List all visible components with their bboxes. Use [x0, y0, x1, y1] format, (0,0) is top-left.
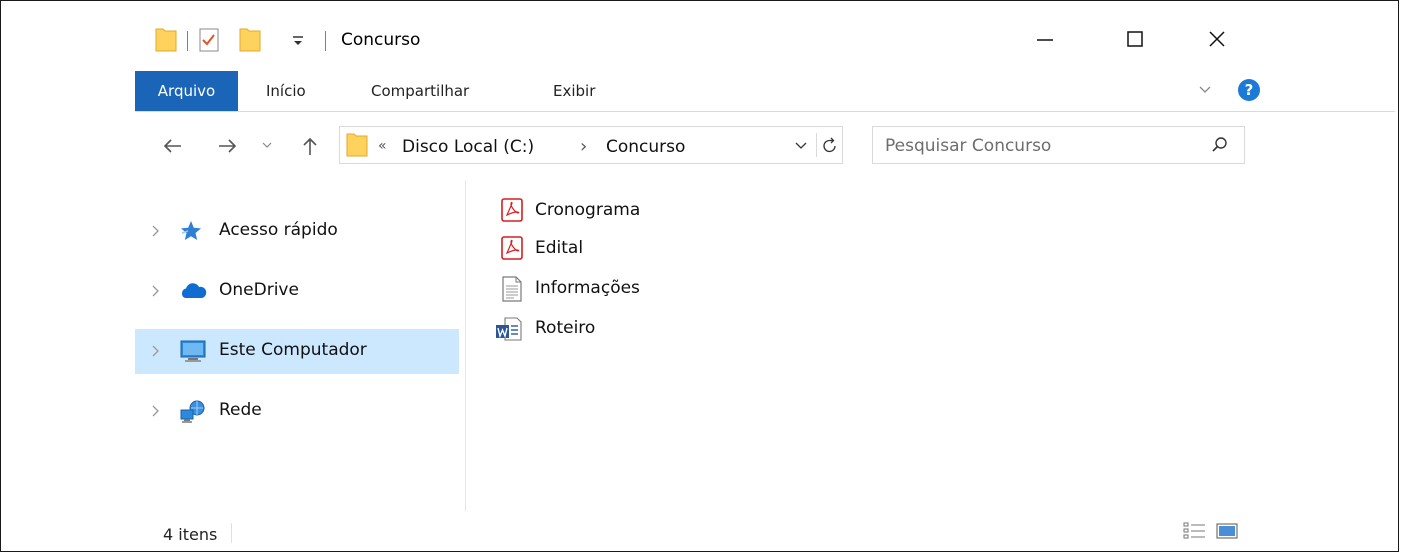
pdf-file-icon	[501, 198, 523, 222]
title-separator	[325, 31, 326, 51]
star-icon	[181, 221, 201, 240]
breadcrumb-concurso[interactable]: Concurso	[606, 137, 685, 157]
file-name: Edital	[535, 238, 584, 258]
file-item-roteiro[interactable]: Roteiro	[495, 313, 795, 343]
folder-icon	[346, 133, 368, 157]
address-bar[interactable]: « Disco Local (C:) › Concurso	[339, 126, 843, 164]
large-icons-view-icon[interactable]	[1215, 521, 1239, 541]
close-button[interactable]	[1197, 25, 1237, 53]
sidebar-item-este-computador[interactable]: Este Computador	[135, 329, 459, 374]
file-name: Roteiro	[535, 318, 596, 338]
properties-icon[interactable]	[199, 28, 219, 52]
file-item-edital[interactable]: Edital	[495, 233, 795, 263]
minimize-button[interactable]	[1025, 25, 1065, 53]
file-name: Cronograma	[535, 200, 641, 220]
address-history-chevron-icon[interactable]	[794, 138, 808, 152]
search-icon[interactable]	[1211, 136, 1229, 154]
status-bar: 4 itens	[135, 511, 1395, 553]
network-icon	[180, 400, 205, 423]
breadcrumb-disco-local[interactable]: Disco Local (C:)	[402, 137, 534, 157]
minimize-icon	[1037, 39, 1053, 41]
sidebar-item-label: Acesso rápido	[219, 220, 338, 240]
title-bar: Concurso	[135, 1, 1395, 61]
ribbon-tabs: Arquivo Início Compartilhar Exibir ?	[135, 71, 1395, 112]
window-body: Concurso Arquivo Início Compartilhar Exi…	[135, 1, 1395, 553]
sidebar-item-label: OneDrive	[219, 280, 299, 300]
tab-compartilhar[interactable]: Compartilhar	[371, 71, 469, 111]
breadcrumb-separator[interactable]: ›	[580, 136, 587, 157]
pdf-file-icon	[501, 236, 523, 260]
help-icon[interactable]: ?	[1238, 79, 1260, 101]
status-divider	[231, 523, 232, 543]
maximize-button[interactable]	[1115, 25, 1155, 53]
sidebar-item-onedrive[interactable]: OneDrive	[135, 269, 459, 314]
sidebar-item-label: Rede	[219, 400, 262, 420]
new-folder-icon[interactable]	[239, 27, 261, 53]
details-view-icon[interactable]	[1183, 521, 1207, 541]
explorer-window: Concurso Arquivo Início Compartilhar Exi…	[0, 0, 1399, 552]
cloud-icon	[181, 283, 207, 298]
computer-icon	[180, 340, 206, 362]
back-arrow-icon[interactable]	[161, 135, 183, 157]
refresh-icon[interactable]	[822, 136, 838, 154]
search-box[interactable]	[872, 126, 1245, 164]
file-item-informacoes[interactable]: Informações	[495, 273, 795, 303]
address-overflow[interactable]: «	[378, 138, 387, 154]
sidebar-item-label: Este Computador	[219, 340, 367, 360]
quick-access-separator	[187, 31, 188, 51]
chevron-right-icon[interactable]	[147, 403, 163, 419]
sidebar-item-rede[interactable]: Rede	[135, 389, 459, 434]
file-name: Informações	[535, 278, 640, 298]
chevron-right-icon[interactable]	[147, 283, 163, 299]
chevron-right-icon[interactable]	[147, 223, 163, 239]
file-item-cronograma[interactable]: Cronograma	[495, 195, 795, 225]
recent-locations-chevron-icon[interactable]	[261, 139, 273, 151]
tab-exibir[interactable]: Exibir	[553, 71, 595, 111]
sidebar-item-acesso-rapido[interactable]: Acesso rápido	[135, 209, 459, 254]
forward-arrow-icon[interactable]	[217, 135, 239, 157]
navigation-bar: « Disco Local (C:) › Concurso	[135, 121, 1395, 171]
expand-ribbon-icon[interactable]	[1197, 81, 1213, 97]
chevron-right-icon[interactable]	[147, 343, 163, 359]
maximize-icon	[1127, 31, 1143, 47]
text-file-icon	[502, 276, 522, 302]
item-count: 4 itens	[163, 525, 218, 544]
tab-inicio[interactable]: Início	[266, 71, 306, 111]
customize-quick-access-icon[interactable]	[291, 34, 305, 48]
file-list: Cronograma Edital Informações Roteiro	[495, 193, 1375, 493]
up-arrow-icon[interactable]	[299, 135, 321, 157]
tab-arquivo[interactable]: Arquivo	[135, 71, 238, 111]
close-icon	[1209, 31, 1225, 47]
word-file-icon	[496, 317, 522, 341]
search-input[interactable]	[883, 133, 1207, 159]
address-divider	[816, 133, 817, 157]
folder-icon	[155, 28, 177, 52]
navigation-pane: Acesso rápido OneDrive Este Computador R…	[135, 181, 466, 511]
window-title: Concurso	[341, 30, 421, 50]
